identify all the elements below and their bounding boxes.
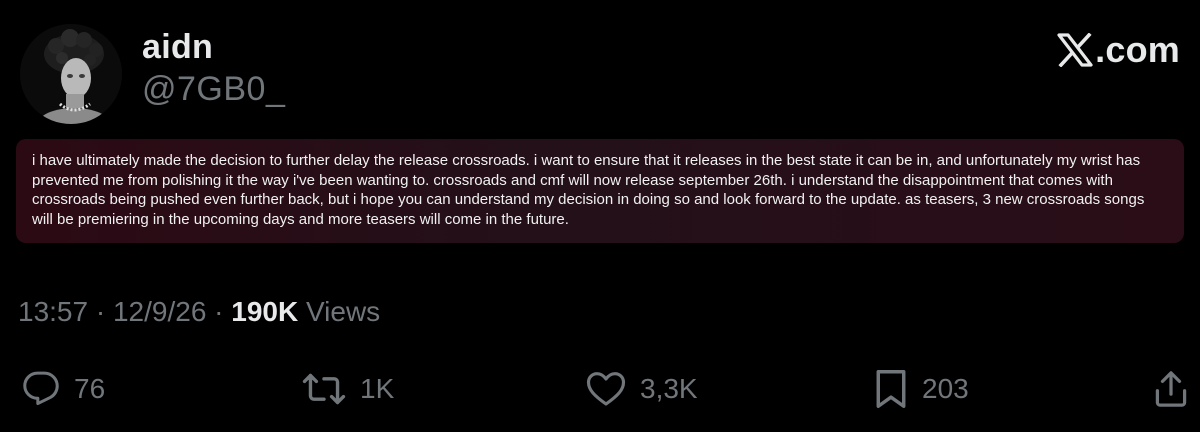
views-count: 190K: [231, 296, 299, 327]
post-date[interactable]: 12/9/26: [113, 296, 206, 327]
action-bar: 76 1K 3,3K 203: [0, 366, 1200, 412]
bookmark-icon: [876, 370, 906, 408]
post-text: i have ultimately made the decision to f…: [16, 139, 1184, 243]
author-display-name[interactable]: aidn: [142, 28, 213, 67]
bookmark-count: 203: [922, 373, 969, 404]
share-icon: [1155, 371, 1187, 407]
like-button[interactable]: 3,3K: [586, 366, 698, 412]
heart-icon: [586, 372, 626, 406]
post-meta: 13:57 · 12/9/26 · 190K Views: [18, 296, 380, 328]
author-handle[interactable]: @7GB0_: [142, 70, 285, 109]
x-com-logo: .com: [1057, 28, 1180, 72]
reply-count: 76: [74, 373, 106, 404]
bookmark-button[interactable]: 203: [874, 366, 969, 412]
avatar-image: [20, 24, 122, 124]
x-logo-icon: [1057, 33, 1093, 67]
views-label: Views: [298, 296, 381, 327]
x-logo-text: .com: [1095, 29, 1180, 70]
share-button[interactable]: [1154, 366, 1188, 412]
post-time[interactable]: 13:57: [18, 296, 88, 327]
reply-icon: [23, 371, 59, 406]
like-count: 3,3K: [640, 373, 698, 404]
meta-separator: ·: [88, 296, 113, 327]
repost-count: 1K: [360, 373, 395, 404]
reply-button[interactable]: 76: [22, 366, 105, 412]
repost-button[interactable]: 1K: [302, 366, 394, 412]
avatar[interactable]: [20, 24, 122, 124]
meta-separator: ·: [206, 296, 232, 327]
repost-icon: [302, 373, 346, 405]
